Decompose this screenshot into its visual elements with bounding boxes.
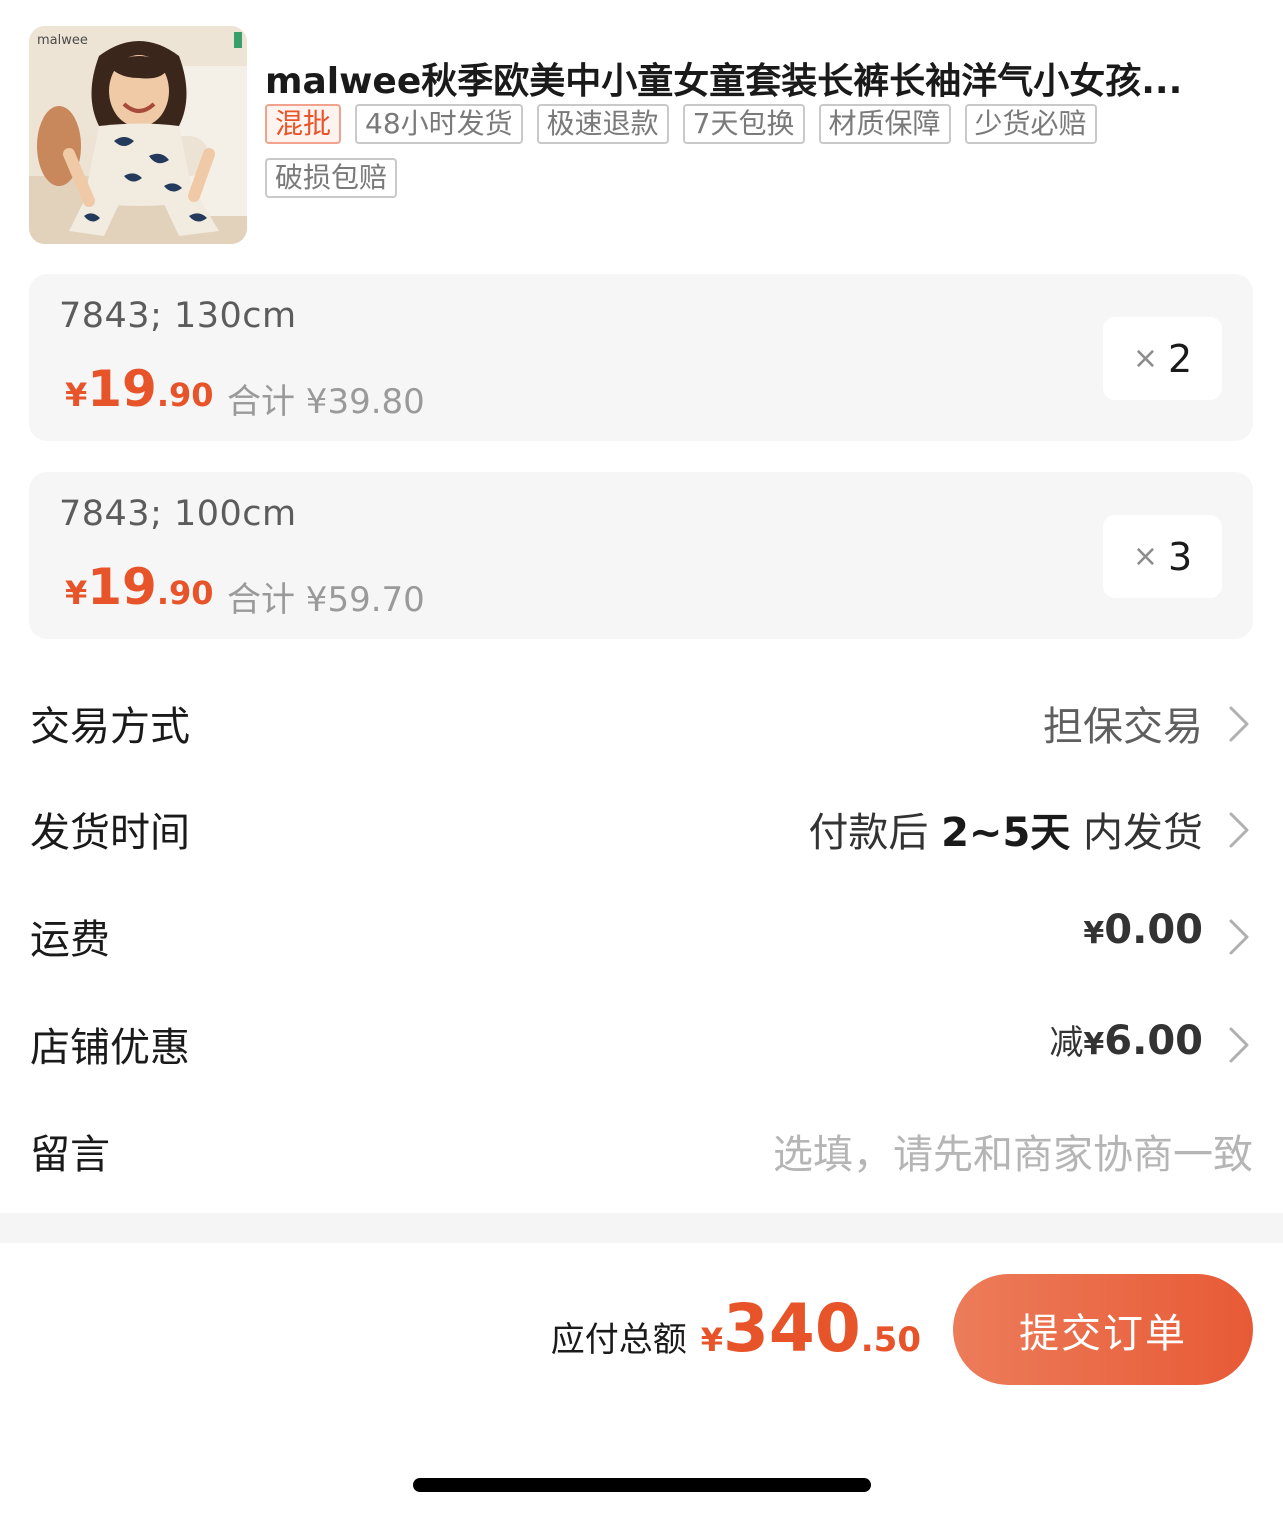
delivery-prefix: 付款后 (808, 810, 942, 856)
total-integer: 340 (722, 1290, 861, 1367)
shipping-fee-label: 运费 (30, 917, 110, 963)
trade-method-row[interactable]: 交易方式 担保交易 (30, 684, 1253, 764)
sku-unit-price: ¥19.90 (65, 558, 214, 616)
submit-order-button[interactable]: 提交订单 (953, 1274, 1253, 1385)
quantity-badge[interactable]: × 3 (1103, 515, 1222, 598)
discount-amount: 6.00 (1104, 1018, 1203, 1064)
quantity-badge[interactable]: × 2 (1103, 317, 1222, 400)
price-decimal: .90 (156, 574, 214, 612)
chevron-right-icon (1223, 702, 1253, 746)
delivery-suffix: 内发货 (1070, 810, 1203, 856)
trade-method-label: 交易方式 (30, 704, 190, 750)
product-photo: malwee (29, 26, 247, 244)
store-discount-label: 店铺优惠 (30, 1025, 190, 1071)
chevron-right-icon (1223, 808, 1253, 852)
currency-symbol: ¥ (1083, 1027, 1105, 1062)
product-title[interactable]: malwee秋季欧美中小童女童套装长裤长袖洋气小女孩... (265, 56, 1235, 108)
product-thumbnail[interactable]: malwee (29, 26, 247, 244)
tag-material-guarantee: 材质保障 (818, 104, 951, 144)
message-row: 留言 选填，请先和商家协商一致 (30, 1112, 1253, 1192)
total-decimal: .50 (860, 1320, 921, 1360)
sku-subtotal: 合计 ¥39.80 (227, 382, 425, 422)
store-discount-value: 减¥6.00 (1049, 1015, 1203, 1064)
price-decimal: .90 (156, 376, 214, 414)
section-divider (0, 1213, 1283, 1243)
store-discount-row[interactable]: 店铺优惠 减¥6.00 (30, 1005, 1253, 1085)
currency-symbol: ¥ (1083, 916, 1105, 951)
tag-damage-compensation: 破损包赔 (265, 158, 398, 198)
shipping-fee-row[interactable]: 运费 ¥0.00 (30, 897, 1253, 977)
tag-fast-refund: 极速退款 (536, 104, 669, 144)
tag-48h-shipping: 48小时发货 (355, 104, 523, 144)
sku-unit-price: ¥19.90 (65, 360, 214, 418)
shipping-amount: 0.00 (1104, 907, 1203, 953)
currency-symbol: ¥ (65, 376, 88, 414)
sku-spec: 7843; 100cm (59, 494, 297, 534)
multiply-icon: × (1132, 539, 1158, 574)
trade-method-value: 担保交易 (1043, 704, 1203, 750)
price-integer: 19 (87, 360, 157, 418)
discount-prefix: 减 (1049, 1023, 1084, 1063)
message-label: 留言 (30, 1132, 110, 1178)
currency-symbol: ¥ (65, 574, 88, 612)
delivery-time-value: 付款后 2~5天 内发货 (808, 800, 1203, 858)
service-tags: 混批 48小时发货 极速退款 7天包换 材质保障 少货必赔 破损包赔 (265, 104, 1165, 198)
sku-subtotal: 合计 ¥59.70 (227, 580, 425, 620)
total-label: 应付总额 (550, 1320, 687, 1360)
delivery-days: 2~5天 (941, 810, 1071, 856)
chevron-right-icon (1223, 915, 1253, 959)
message-input[interactable]: 选填，请先和商家协商一致 (773, 1122, 1253, 1180)
multiply-icon: × (1132, 341, 1158, 376)
quantity-value: 2 (1167, 336, 1193, 381)
thumb-brand-text: malwee (37, 33, 88, 48)
tag-mixed-wholesale: 混批 (265, 104, 342, 144)
sku-spec: 7843; 130cm (59, 296, 297, 336)
product-header: malwee malwee秋季欧美中小童女童套装长裤长袖洋气小女孩... 混批 … (29, 26, 1259, 246)
chevron-right-icon (1223, 1023, 1253, 1067)
home-indicator[interactable] (413, 1478, 871, 1492)
order-confirm-page: malwee malwee秋季欧美中小童女童套装长裤长袖洋气小女孩... 混批 … (0, 0, 1283, 1516)
currency-symbol: ¥ (700, 1321, 723, 1359)
total-price: ¥340.50 (701, 1290, 921, 1367)
delivery-time-label: 发货时间 (30, 810, 190, 856)
total-amount: 应付总额 ¥340.50 (551, 1290, 921, 1367)
tag-7day-exchange: 7天包换 (682, 104, 805, 144)
sku-card: 7843; 130cm ¥19.90 合计 ¥39.80 × 2 (29, 274, 1253, 441)
shipping-fee-value: ¥0.00 (1083, 907, 1203, 953)
tag-missing-compensation: 少货必赔 (964, 104, 1097, 144)
delivery-time-row[interactable]: 发货时间 付款后 2~5天 内发货 (30, 790, 1253, 870)
sku-card: 7843; 100cm ¥19.90 合计 ¥59.70 × 3 (29, 472, 1253, 639)
quantity-value: 3 (1167, 534, 1193, 579)
price-integer: 19 (87, 558, 157, 616)
